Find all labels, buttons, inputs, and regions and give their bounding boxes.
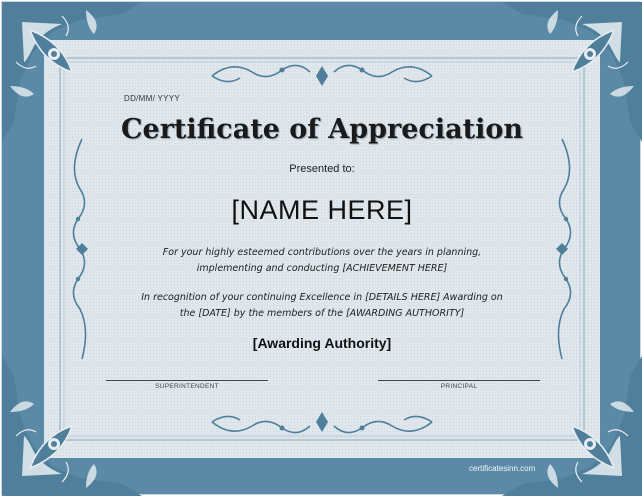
presented-to-label: Presented to: bbox=[289, 163, 355, 175]
superintendent-label: SUPERINTENDENT bbox=[155, 383, 219, 390]
recognition-paragraph: In recognition of your continuing Excell… bbox=[141, 292, 503, 319]
certificate-page: DD/MM/ YYYY Certificate of Appreciation … bbox=[1, 1, 642, 496]
awarding-authority: [Awarding Authority] bbox=[252, 335, 392, 351]
contribution-paragraph: For your highly esteemed contributions o… bbox=[162, 247, 482, 274]
signature-line-right bbox=[378, 380, 540, 381]
footer-website: certificatesinn.com bbox=[469, 464, 536, 473]
certificate-title: Certificate of Appreciation bbox=[121, 114, 523, 145]
recipient-name: [NAME HERE] bbox=[231, 195, 413, 225]
certificate-date: DD/MM/ YYYY bbox=[124, 94, 181, 103]
principal-label: PRINCIPAL bbox=[440, 383, 478, 390]
signature-line-left bbox=[106, 380, 268, 381]
